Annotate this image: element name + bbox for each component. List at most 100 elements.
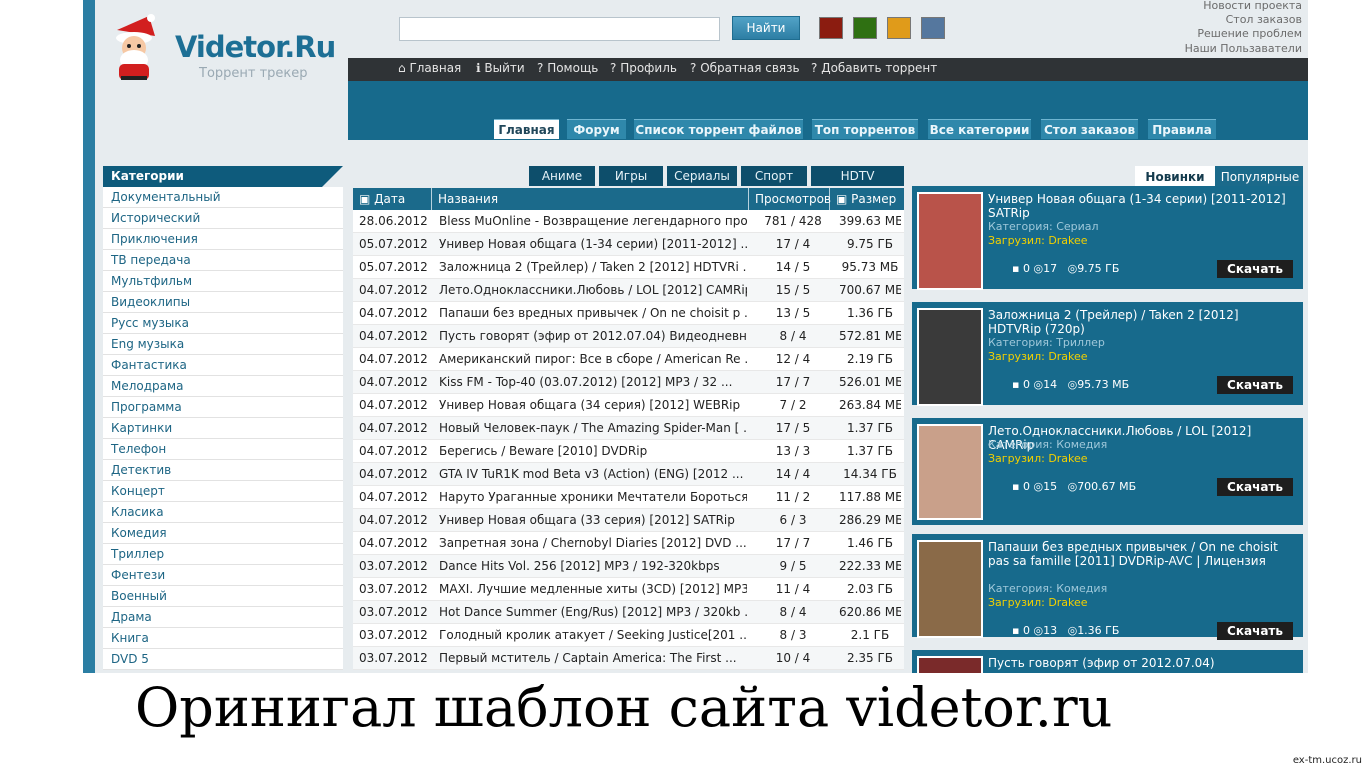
table-row[interactable]: 04.07.2012 Наруто Ураганные хроники Мечта… — [353, 486, 904, 509]
tab-torrent-list[interactable]: Список торрент файлов — [634, 119, 803, 139]
nav-help[interactable]: ? Помощь — [537, 61, 598, 75]
table-row[interactable]: 05.07.2012 Заложница 2 (Трейлер) / Taken … — [353, 256, 904, 279]
cell-title-link[interactable]: Универ Новая общага (33 серия) [2012] SA… — [439, 513, 747, 527]
nav-profile[interactable]: ? Профиль — [610, 61, 677, 75]
uploader-value[interactable]: Drakee — [1048, 234, 1087, 247]
cell-title-link[interactable]: Папаши без вредных привычек / On ne choi… — [439, 306, 747, 320]
table-row[interactable]: 04.07.2012 Лето.Одноклассники.Любовь / LO… — [353, 279, 904, 302]
table-row[interactable]: 04.07.2012 Универ Новая общага (34 серия)… — [353, 394, 904, 417]
uploader-value[interactable]: Drakee — [1048, 596, 1087, 609]
cell-title-link[interactable]: Голодный кролик атакует / Seeking Justic… — [439, 628, 747, 642]
tab-home[interactable]: Главная — [494, 119, 559, 139]
category-item[interactable]: Телефон — [103, 439, 343, 460]
top-link-news[interactable]: Новости проекта — [1185, 0, 1302, 13]
tab-top-torrents[interactable]: Топ торрентов — [812, 119, 918, 139]
filter-games[interactable]: Игры — [599, 166, 663, 186]
uploader-value[interactable]: Drakee — [1048, 452, 1087, 465]
table-row[interactable]: 04.07.2012 Универ Новая общага (33 серия)… — [353, 509, 904, 532]
cell-title-link[interactable]: GTA IV TuR1K mod Beta v3 (Action) (ENG) … — [439, 467, 747, 481]
cell-title-link[interactable]: Новый Человек-паук / The Amazing Spider-… — [439, 421, 747, 435]
col-size[interactable]: ▣ Размер — [830, 188, 904, 210]
tab-rules[interactable]: Правила — [1148, 119, 1216, 139]
category-item[interactable]: Русс музыка — [103, 313, 343, 334]
category-value[interactable]: Триллер — [1056, 336, 1105, 349]
category-value[interactable]: Сериал — [1056, 220, 1098, 233]
color-theme-blue-button[interactable] — [921, 17, 945, 39]
release-title-link[interactable]: Пусть говорят (эфир от 2012.07.04) — [988, 656, 1293, 670]
category-item[interactable]: Концерт — [103, 481, 343, 502]
category-item[interactable]: Класика — [103, 502, 343, 523]
color-theme-red-button[interactable] — [819, 17, 843, 39]
cell-title-link[interactable]: Dance Hits Vol. 256 [2012] MP3 / 192-320… — [439, 559, 747, 573]
cell-title-link[interactable]: MAXI. Лучшие медленные хиты (3CD) [2012]… — [439, 582, 747, 596]
category-value[interactable]: Комедия — [1056, 582, 1107, 595]
category-item[interactable]: Драма — [103, 607, 343, 628]
cell-title-link[interactable]: Универ Новая общага (34 серия) [2012] WE… — [439, 398, 747, 412]
cell-title-link[interactable]: Заложница 2 (Трейлер) / Taken 2 [2012] H… — [439, 260, 747, 274]
table-row[interactable]: 05.07.2012 Универ Новая общага (1-34 сери… — [353, 233, 904, 256]
uploader-value[interactable]: Drakee — [1048, 350, 1087, 363]
table-row[interactable]: 04.07.2012 GTA IV TuR1K mod Beta v3 (Acti… — [353, 463, 904, 486]
category-item[interactable]: Триллер — [103, 544, 343, 565]
filter-series[interactable]: Сериалы — [667, 166, 737, 186]
filter-hdtv[interactable]: HDTV — [811, 166, 904, 186]
poster-image[interactable] — [917, 308, 983, 406]
cell-title-link[interactable]: Bless MuOnline - Возвращение легендарног… — [439, 214, 747, 228]
table-row[interactable]: 03.07.2012 Голодный кролик атакует / Seek… — [353, 624, 904, 647]
cell-title-link[interactable]: Наруто Ураганные хроники Мечтатели Борот… — [439, 490, 747, 504]
table-row[interactable]: 03.07.2012 Dance Hits Vol. 256 [2012] MP3… — [353, 555, 904, 578]
table-row[interactable]: 04.07.2012 Берегись / Beware [2010] DVDRi… — [353, 440, 904, 463]
release-title-link[interactable]: Папаши без вредных привычек / On ne choi… — [988, 540, 1293, 568]
color-theme-green-button[interactable] — [853, 17, 877, 39]
table-row[interactable]: 03.07.2012 MAXI. Лучшие медленные хиты (3… — [353, 578, 904, 601]
col-name[interactable]: Названия — [432, 188, 749, 210]
table-row[interactable]: 04.07.2012 Американский пирог: Все в сбор… — [353, 348, 904, 371]
download-button[interactable]: Скачать — [1217, 478, 1293, 496]
category-item[interactable]: Видеоклипы — [103, 292, 343, 313]
top-link-problems[interactable]: Решение проблем — [1185, 27, 1302, 41]
filter-anime[interactable]: Аниме — [529, 166, 595, 186]
col-date[interactable]: ▣ Дата — [353, 188, 432, 210]
color-theme-orange-button[interactable] — [887, 17, 911, 39]
category-item[interactable]: Мелодрама — [103, 376, 343, 397]
table-row[interactable]: 04.07.2012 Пусть говорят (эфир от 2012.07… — [353, 325, 904, 348]
cell-title-link[interactable]: Лето.Одноклассники.Любовь / LOL [2012] C… — [439, 283, 747, 297]
nav-home[interactable]: ⌂ Главная — [398, 61, 461, 75]
table-row[interactable]: 04.07.2012 Kiss FM - Top-40 (03.07.2012) … — [353, 371, 904, 394]
category-item[interactable]: Комедия — [103, 523, 343, 544]
cell-title-link[interactable]: Универ Новая общага (1-34 серии) [2011-2… — [439, 237, 747, 251]
category-item[interactable]: Фентези — [103, 565, 343, 586]
category-item[interactable]: Eng музыка — [103, 334, 343, 355]
cell-title-link[interactable]: Берегись / Beware [2010] DVDRip — [439, 444, 747, 458]
cell-title-link[interactable]: Американский пирог: Все в сборе / Americ… — [439, 352, 747, 366]
category-item[interactable]: Картинки — [103, 418, 343, 439]
tab-new[interactable]: Новинки — [1135, 166, 1215, 187]
tab-all-categories[interactable]: Все категории — [928, 119, 1031, 139]
nav-feedback[interactable]: ? Обратная связь — [690, 61, 800, 75]
download-button[interactable]: Скачать — [1217, 376, 1293, 394]
top-link-users[interactable]: Наши Пользаватели — [1185, 42, 1302, 56]
nav-logout[interactable]: ℹ Выйти — [476, 61, 525, 75]
poster-image[interactable] — [917, 192, 983, 290]
poster-image[interactable] — [917, 656, 983, 673]
category-item[interactable]: Книга — [103, 628, 343, 649]
category-item[interactable]: Фантастика — [103, 355, 343, 376]
table-row[interactable]: 03.07.2012 Первый мститель / Captain Amer… — [353, 647, 904, 670]
tab-forum[interactable]: Форум — [567, 119, 626, 139]
table-row[interactable]: 04.07.2012 Папаши без вредных привычек / … — [353, 302, 904, 325]
category-item[interactable]: Исторический — [103, 208, 343, 229]
download-button[interactable]: Скачать — [1217, 260, 1293, 278]
release-title-link[interactable]: Заложница 2 (Трейлер) / Taken 2 [2012] H… — [988, 308, 1293, 336]
cell-title-link[interactable]: Kiss FM - Top-40 (03.07.2012) [2012] MP3… — [439, 375, 747, 389]
cell-title-link[interactable]: Первый мститель / Captain America: The F… — [439, 651, 747, 665]
logo[interactable]: Videtor.Ru Торрент трекер — [95, 12, 345, 87]
cell-title-link[interactable]: Запретная зона / Chernobyl Diaries [2012… — [439, 536, 747, 550]
category-item[interactable]: Военный — [103, 586, 343, 607]
category-item[interactable]: Детектив — [103, 460, 343, 481]
tab-orders[interactable]: Стол заказов — [1041, 119, 1138, 139]
cell-title-link[interactable]: Hot Dance Summer (Eng/Rus) [2012] MP3 / … — [439, 605, 747, 619]
category-item[interactable]: ТВ передача — [103, 250, 343, 271]
category-item[interactable]: Документальный — [103, 187, 343, 208]
table-row[interactable]: 04.07.2012 Запретная зона / Chernobyl Dia… — [353, 532, 904, 555]
search-input[interactable] — [399, 17, 720, 41]
